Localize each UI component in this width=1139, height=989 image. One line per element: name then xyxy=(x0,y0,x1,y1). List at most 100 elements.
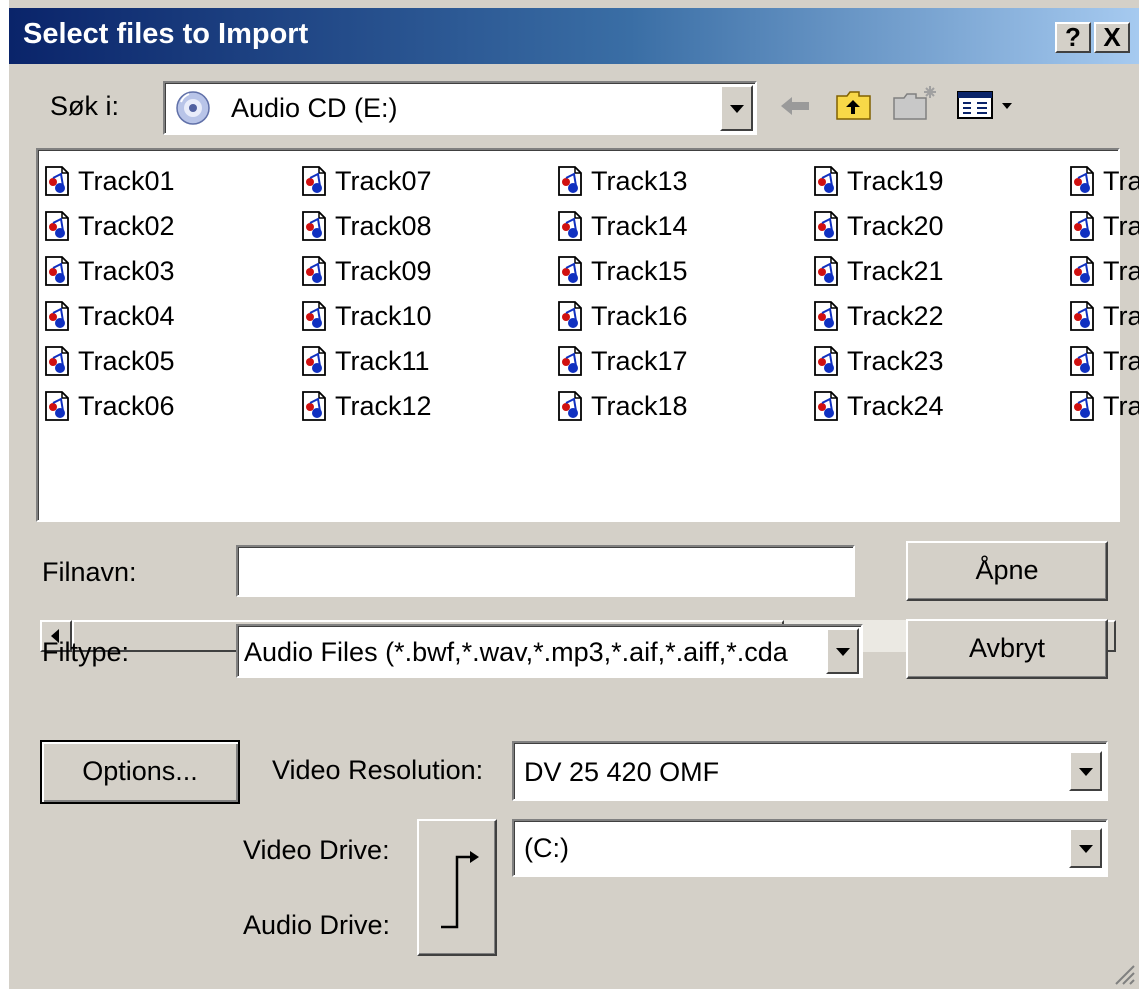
cd-drive-icon xyxy=(175,90,211,126)
file-item[interactable]: Track16 xyxy=(557,297,688,335)
filetype-value: Audio Files (*.bwf,*.wav,*.mp3,*.aif,*.a… xyxy=(244,637,788,667)
audio-file-icon xyxy=(301,346,327,376)
audio-file-icon xyxy=(44,211,70,241)
file-name: Track30 xyxy=(1103,390,1139,421)
video-resolution-value: DV 25 420 OMF xyxy=(524,757,720,787)
file-item[interactable]: Track02 xyxy=(44,207,175,245)
file-item[interactable]: Track14 xyxy=(557,207,688,245)
file-name: Track15 xyxy=(591,255,688,286)
audio-file-icon xyxy=(1069,391,1095,421)
file-item[interactable]: Track04 xyxy=(44,297,175,335)
audio-file-icon xyxy=(813,256,839,286)
file-item[interactable]: Track15 xyxy=(557,252,688,290)
file-name: Track16 xyxy=(591,300,688,331)
file-list[interactable]: Track01 Track02 Track03 Track04 Track05 Track… xyxy=(36,148,1139,652)
video-drive-combobox[interactable]: (C:) xyxy=(512,819,1108,877)
audio-file-icon xyxy=(44,256,70,286)
file-item[interactable]: Track24 xyxy=(813,387,944,425)
audio-file-icon xyxy=(301,391,327,421)
audio-file-icon xyxy=(557,211,583,241)
file-item[interactable]: Track08 xyxy=(301,207,432,245)
new-folder-icon[interactable] xyxy=(892,84,940,122)
audio-file-icon xyxy=(1069,166,1095,196)
file-item[interactable]: Track26 xyxy=(1069,207,1139,245)
file-item[interactable]: Track18 xyxy=(557,387,688,425)
cancel-button[interactable]: Avbryt xyxy=(906,619,1108,679)
file-item[interactable]: Track22 xyxy=(813,297,944,335)
filetype-dropdown-button[interactable] xyxy=(826,628,859,674)
filetype-label: Filtype: xyxy=(42,637,130,667)
file-name: Track28 xyxy=(1103,300,1139,331)
file-name: Track25 xyxy=(1103,165,1139,196)
file-item[interactable]: Track20 xyxy=(813,207,944,245)
file-name: Track27 xyxy=(1103,255,1139,286)
lookin-combobox[interactable]: Audio CD (E:) xyxy=(163,81,757,135)
file-name: Track17 xyxy=(591,345,688,376)
audio-file-icon xyxy=(1069,301,1095,331)
filename-input[interactable] xyxy=(236,545,855,597)
file-name: Track02 xyxy=(78,210,175,241)
file-item[interactable]: Track03 xyxy=(44,252,175,290)
audio-file-icon xyxy=(557,256,583,286)
file-name: Track19 xyxy=(847,165,944,196)
resize-grip-icon[interactable] xyxy=(1112,962,1136,986)
file-item[interactable]: Track21 xyxy=(813,252,944,290)
file-item[interactable]: Track10 xyxy=(301,297,432,335)
file-name: Track01 xyxy=(78,165,175,196)
file-item[interactable]: Track17 xyxy=(557,342,688,380)
audio-file-icon xyxy=(813,211,839,241)
view-menu-icon[interactable] xyxy=(957,90,1021,120)
video-resolution-label: Video Resolution: xyxy=(272,755,484,785)
file-item[interactable]: Track23 xyxy=(813,342,944,380)
file-item[interactable]: Track30 xyxy=(1069,387,1139,425)
file-item[interactable]: Track25 xyxy=(1069,162,1139,200)
filetype-combobox[interactable]: Audio Files (*.bwf,*.wav,*.mp3,*.aif,*.a… xyxy=(236,624,863,678)
file-item[interactable]: Track01 xyxy=(44,162,175,200)
audio-file-icon xyxy=(557,166,583,196)
file-name: Track11 xyxy=(335,345,430,376)
audio-file-icon xyxy=(301,166,327,196)
file-name: Track10 xyxy=(335,300,432,331)
file-item[interactable]: Track27 xyxy=(1069,252,1139,290)
file-item[interactable]: Track09 xyxy=(301,252,432,290)
file-item[interactable]: Track13 xyxy=(557,162,688,200)
file-item[interactable]: Track05 xyxy=(44,342,175,380)
file-name: Track22 xyxy=(847,300,944,331)
file-item[interactable]: Track06 xyxy=(44,387,175,425)
file-name: Track08 xyxy=(335,210,432,241)
file-item[interactable]: Track29 xyxy=(1069,342,1139,380)
up-folder-icon[interactable] xyxy=(835,88,873,122)
file-name: Track14 xyxy=(591,210,688,241)
file-item[interactable]: Track28 xyxy=(1069,297,1139,335)
file-item[interactable]: Track12 xyxy=(301,387,432,425)
audio-file-icon xyxy=(301,256,327,286)
help-button[interactable]: ? xyxy=(1055,22,1091,53)
file-item[interactable]: Track19 xyxy=(813,162,944,200)
lookin-dropdown-button[interactable] xyxy=(720,85,753,131)
file-name: Track21 xyxy=(847,255,944,286)
video-drive-dropdown-button[interactable] xyxy=(1069,828,1102,868)
back-arrow-icon[interactable] xyxy=(778,93,812,119)
audio-file-icon xyxy=(557,301,583,331)
lookin-label: Søk i: xyxy=(50,91,120,121)
file-name: Track13 xyxy=(591,165,688,196)
link-drives-button[interactable] xyxy=(417,819,497,956)
file-name: Track12 xyxy=(335,390,432,421)
link-drives-icon xyxy=(437,847,481,933)
file-item[interactable]: Track11 xyxy=(301,342,430,380)
close-button[interactable]: X xyxy=(1094,22,1130,53)
audio-file-icon xyxy=(813,346,839,376)
options-button[interactable]: Options... xyxy=(40,740,240,804)
audio-file-icon xyxy=(1069,211,1095,241)
file-item[interactable]: Track07 xyxy=(301,162,432,200)
window-title: Select files to Import xyxy=(23,18,309,50)
video-resolution-combobox[interactable]: DV 25 420 OMF xyxy=(512,741,1108,801)
file-name: Track04 xyxy=(78,300,175,331)
audio-file-icon xyxy=(813,166,839,196)
file-name: Track06 xyxy=(78,390,175,421)
title-bar[interactable]: Select files to Import ? X xyxy=(9,8,1139,64)
background-edge xyxy=(0,0,9,989)
video-resolution-dropdown-button[interactable] xyxy=(1069,751,1102,791)
filename-label: Filnavn: xyxy=(42,557,137,587)
open-button[interactable]: Åpne xyxy=(906,541,1108,601)
